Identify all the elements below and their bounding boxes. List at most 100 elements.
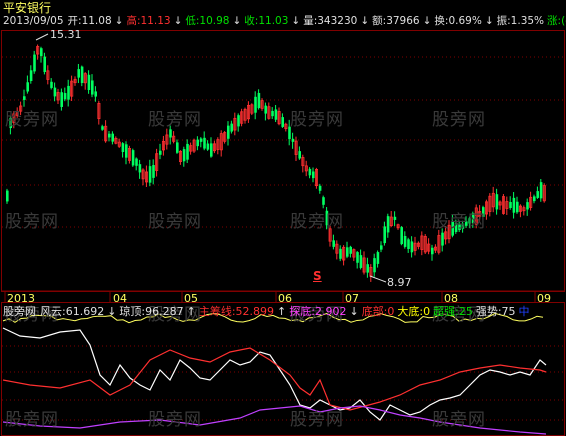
candle-body bbox=[182, 149, 186, 162]
low-leader-line bbox=[369, 275, 387, 283]
candle-body bbox=[431, 247, 434, 255]
watermark-text: 股旁网 bbox=[148, 110, 202, 130]
candle-body bbox=[516, 201, 519, 213]
candle-body bbox=[169, 129, 172, 138]
candle-body bbox=[526, 202, 529, 210]
candle-body bbox=[125, 144, 128, 158]
candle-body bbox=[26, 82, 29, 92]
watermark-text: 股旁网 bbox=[5, 110, 59, 130]
candle-body bbox=[536, 191, 539, 198]
arrow-up-icon: ↑ bbox=[186, 305, 196, 318]
x-axis-label: 08 bbox=[444, 292, 458, 305]
candle-body bbox=[87, 74, 91, 91]
candle-body bbox=[318, 185, 322, 191]
candle-body bbox=[33, 54, 36, 72]
candle-body bbox=[196, 139, 199, 147]
candle-body bbox=[237, 115, 240, 127]
candle-body bbox=[291, 138, 295, 142]
x-axis-label: 04 bbox=[113, 292, 127, 305]
stock-chart-window: 平安银行 2013/09/05 开:11.08 ↓ 高:11.13 ↓ 低:10.98 ↓ 收… bbox=[0, 0, 566, 436]
arrow-down-icon: ↓ bbox=[349, 305, 359, 318]
candle-body bbox=[386, 216, 390, 233]
watermark-text: 股旁网 bbox=[5, 212, 59, 232]
candle-body bbox=[23, 96, 26, 100]
indicator-header: 股旁网 风云:61.692 ↓ 琼顶:96.287 ↑ 主筹线:52.899 ↑ 探底:2.9… bbox=[3, 305, 533, 318]
candle-body bbox=[407, 239, 410, 249]
candle-body bbox=[339, 248, 342, 259]
candle-body bbox=[186, 143, 189, 160]
candle-body bbox=[380, 245, 383, 250]
candle-body bbox=[230, 123, 233, 132]
candle-body bbox=[138, 164, 142, 173]
candle-body bbox=[308, 168, 312, 176]
candle-body bbox=[312, 171, 315, 179]
candle-body bbox=[254, 96, 257, 113]
candle-body bbox=[152, 165, 155, 178]
watermark-text: 股旁网 bbox=[432, 212, 486, 232]
candle-body bbox=[359, 255, 363, 268]
candle-body bbox=[495, 194, 499, 210]
candle-body bbox=[264, 105, 267, 114]
candle-body bbox=[366, 264, 369, 273]
candle-body bbox=[509, 202, 512, 208]
candle-body bbox=[512, 197, 516, 213]
candle-body bbox=[121, 143, 125, 153]
candle-body bbox=[176, 142, 179, 153]
candle-body bbox=[533, 196, 536, 202]
candle-body bbox=[199, 138, 203, 142]
candle-body bbox=[271, 110, 274, 117]
bar-item: 探底:2.902 bbox=[289, 305, 347, 318]
watermark-text: 股旁网 bbox=[290, 110, 344, 130]
low-price-label: 8.97 bbox=[387, 276, 412, 289]
candle-body bbox=[257, 92, 261, 109]
candle-body bbox=[383, 226, 386, 244]
candle-body bbox=[101, 126, 104, 130]
indicator-line-red bbox=[2, 347, 547, 411]
candle-body bbox=[135, 158, 138, 166]
bar-item: 中 bbox=[518, 305, 530, 318]
indicator-name: 股旁网 bbox=[3, 305, 36, 318]
x-axis-label: 09 bbox=[537, 292, 551, 305]
candle-body bbox=[206, 143, 210, 150]
arrow-up-icon: ↑ bbox=[277, 305, 287, 318]
candle-body bbox=[63, 93, 67, 100]
bar-item: 强势:75 bbox=[475, 305, 516, 318]
candle-body bbox=[60, 92, 63, 107]
bar-item: 主筹线:52.899 bbox=[198, 305, 275, 318]
bar-item: 底部:0 bbox=[361, 305, 395, 318]
candle-body bbox=[210, 143, 213, 157]
bar-item: 琼顶:96.287 bbox=[119, 305, 184, 318]
watermark-text: 股旁网 bbox=[432, 110, 486, 130]
candle-body bbox=[40, 48, 43, 57]
watermark-text: 股旁网 bbox=[5, 410, 59, 430]
candle-body bbox=[159, 150, 162, 155]
x-axis-label: 07 bbox=[345, 292, 359, 305]
candle-body bbox=[349, 246, 352, 254]
candle-body bbox=[148, 166, 152, 183]
bar-item: 大底:0 bbox=[397, 305, 431, 318]
signal-mark: S bbox=[313, 269, 322, 283]
candle-body bbox=[539, 182, 543, 199]
x-axis-label: 06 bbox=[278, 292, 292, 305]
candle-body bbox=[108, 133, 111, 138]
candle-body bbox=[111, 133, 114, 142]
candle-body bbox=[43, 56, 46, 72]
watermark-text: 股旁网 bbox=[290, 212, 344, 232]
candle-body bbox=[274, 109, 278, 120]
candle-body bbox=[400, 227, 403, 245]
candle-body bbox=[410, 241, 414, 253]
high-price-label: 15.31 bbox=[50, 28, 82, 41]
candle-body bbox=[29, 70, 33, 82]
candle-body bbox=[203, 137, 206, 149]
candle-body bbox=[53, 87, 57, 97]
candle-body bbox=[441, 232, 444, 246]
candle-body bbox=[91, 80, 94, 95]
candle-body bbox=[376, 252, 380, 264]
candle-body bbox=[77, 69, 80, 78]
candle-body bbox=[227, 125, 230, 139]
candle-body bbox=[80, 66, 84, 83]
candle-body bbox=[356, 252, 359, 263]
candle-body bbox=[373, 258, 376, 273]
candle-body bbox=[346, 247, 349, 257]
candle-body bbox=[332, 240, 335, 247]
